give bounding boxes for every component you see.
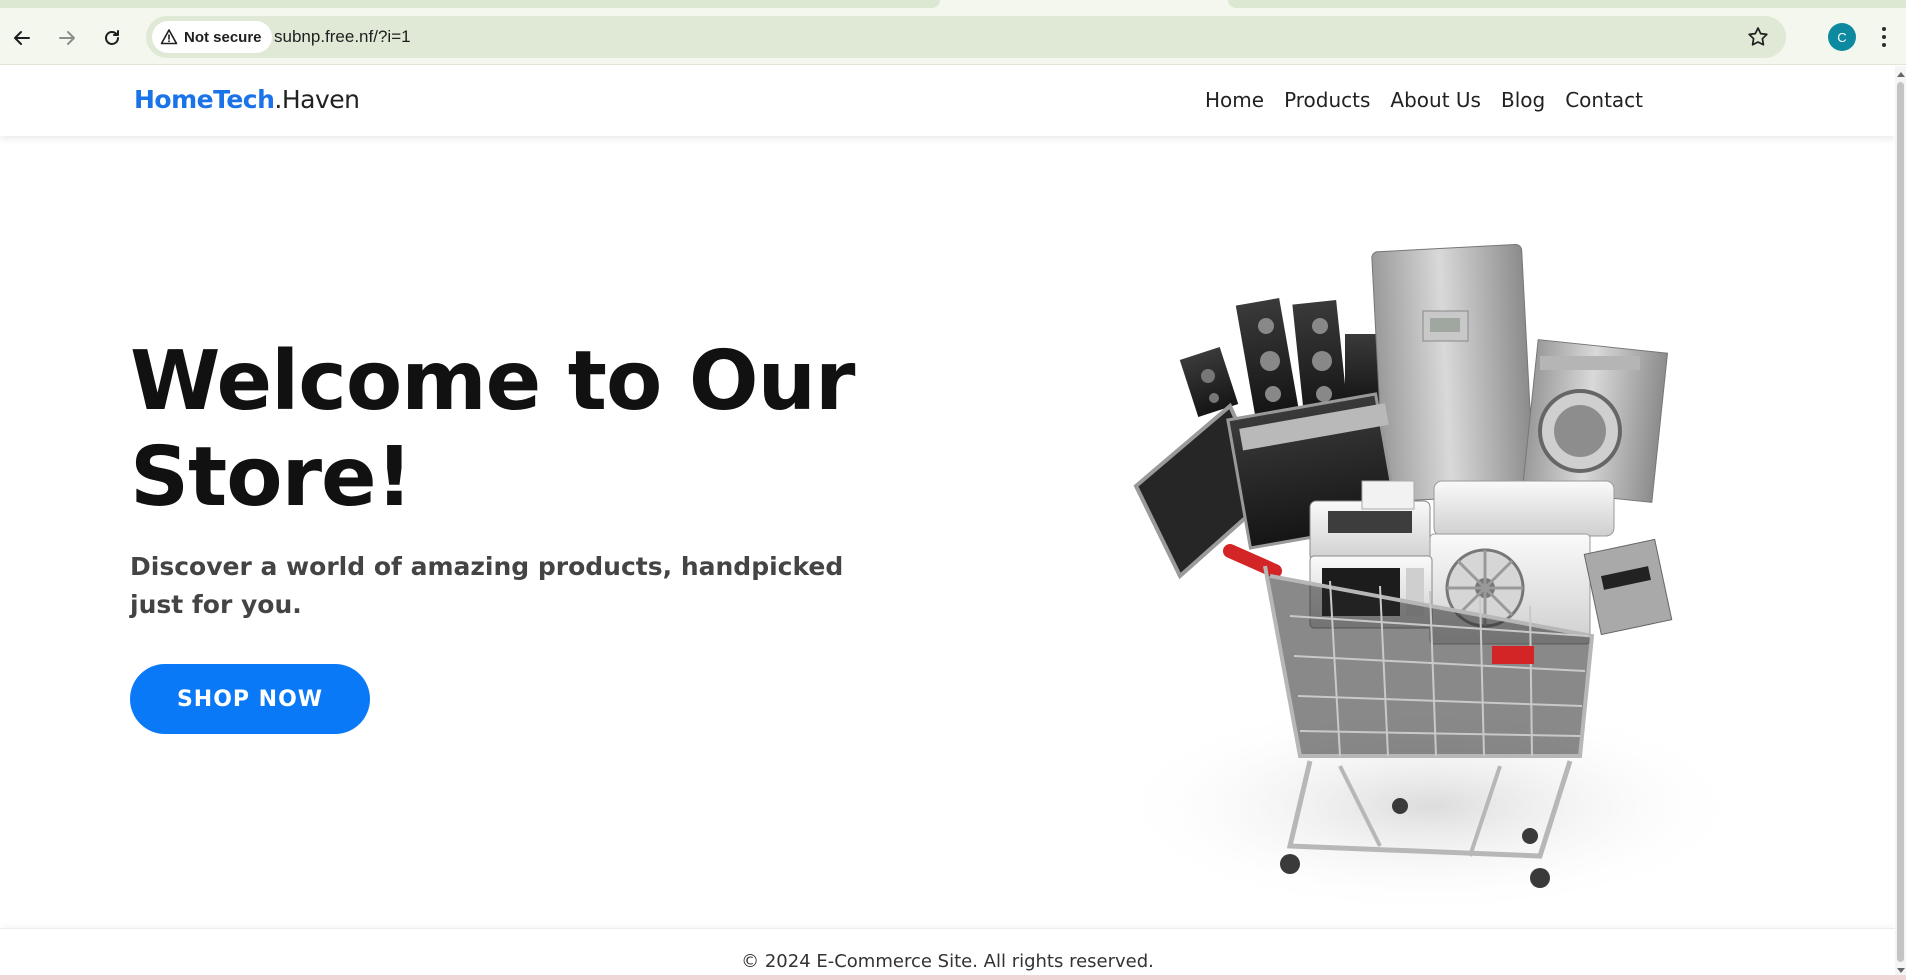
nav-link-home[interactable]: Home — [1205, 88, 1264, 112]
tab-edge[interactable] — [1228, 0, 1906, 8]
stereo-icon — [1583, 538, 1673, 636]
scrollbar-thumb[interactable] — [1897, 82, 1904, 962]
site-footer: © 2024 E-Commerce Site. All rights reser… — [0, 928, 1895, 980]
nav-link-blog[interactable]: Blog — [1501, 88, 1545, 112]
address-bar[interactable]: Not secure subnp.free.nf/?i=1 — [146, 16, 1786, 58]
forward-button[interactable] — [51, 22, 83, 54]
back-button[interactable] — [6, 22, 38, 54]
page-scrollbar[interactable] — [1895, 66, 1906, 980]
site-header: HomeTech.Haven Home Products About Us Bl… — [0, 66, 1895, 136]
shop-now-button[interactable]: SHOP NOW — [130, 664, 370, 734]
refrigerator-icon — [1371, 244, 1535, 502]
speaker-icon — [1235, 298, 1299, 414]
profile-avatar[interactable]: C — [1828, 23, 1856, 51]
back-arrow-icon — [14, 31, 30, 45]
reload-button[interactable] — [96, 22, 128, 54]
security-indicator[interactable]: Not secure — [152, 21, 272, 53]
browser-toolbar: Not secure subnp.free.nf/?i=1 C — [0, 8, 1906, 65]
window-bottom-edge — [0, 975, 1906, 980]
hero-title: Welcome to Our Store! — [130, 334, 890, 526]
hero-title-line2: Store! — [130, 430, 413, 525]
site-logo[interactable]: HomeTech.Haven — [134, 85, 360, 114]
washing-machine-icon — [1521, 339, 1669, 503]
tab-edge[interactable] — [0, 0, 940, 8]
warning-triangle-icon — [160, 29, 178, 45]
main-nav: Home Products About Us Blog Contact — [1205, 88, 1643, 112]
nav-link-contact[interactable]: Contact — [1565, 88, 1643, 112]
hero-subtitle: Discover a world of amazing products, ha… — [130, 552, 844, 619]
hero-image — [1110, 244, 1750, 916]
url-text[interactable]: subnp.free.nf/?i=1 — [274, 27, 411, 47]
footer-copyright: © 2024 E-Commerce Site. All rights reser… — [741, 951, 1154, 972]
kebab-menu-icon[interactable] — [1872, 22, 1896, 52]
reload-icon — [105, 30, 119, 45]
forward-arrow-icon — [59, 31, 75, 45]
nav-link-about[interactable]: About Us — [1390, 88, 1481, 112]
scroll-down-icon[interactable] — [1897, 968, 1905, 973]
brand-secondary: .Haven — [274, 85, 360, 114]
scroll-up-icon[interactable] — [1897, 72, 1905, 77]
page-viewport: HomeTech.Haven Home Products About Us Bl… — [0, 66, 1895, 980]
nav-link-products[interactable]: Products — [1284, 88, 1370, 112]
security-label: Not secure — [184, 28, 262, 46]
speaker-icon — [1292, 300, 1348, 414]
star-icon[interactable] — [1746, 25, 1770, 49]
brand-primary: HomeTech — [134, 85, 275, 114]
hero-title-line1: Welcome to Our — [130, 334, 855, 429]
